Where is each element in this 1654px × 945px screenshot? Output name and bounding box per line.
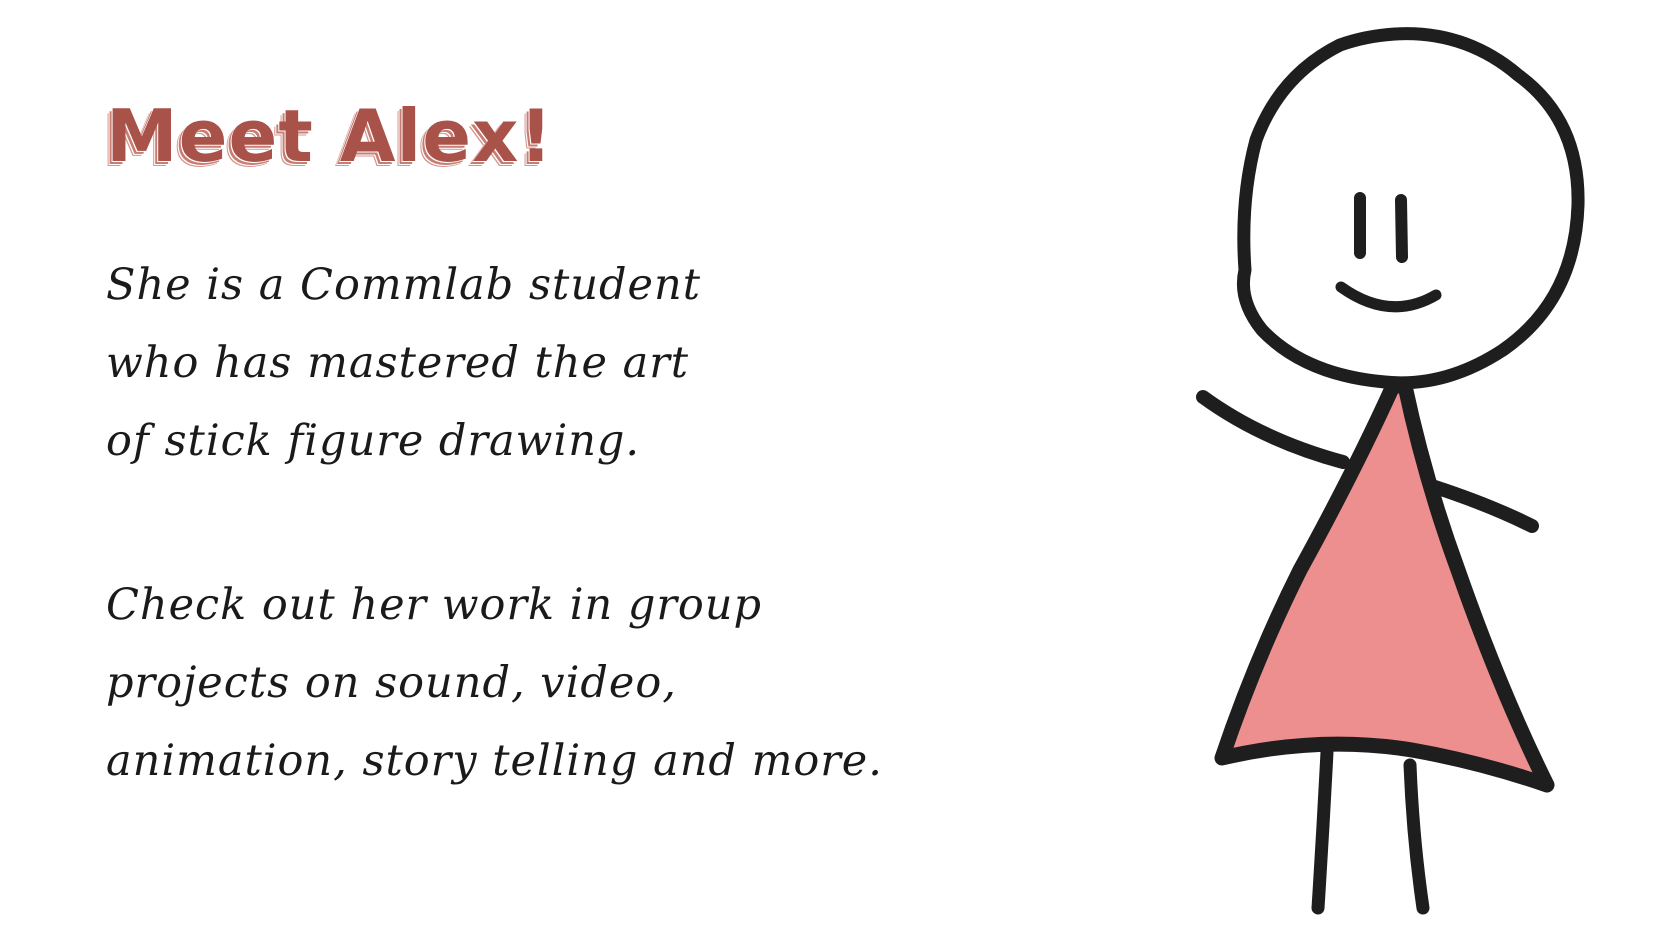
pink-dress	[1214, 378, 1555, 793]
work-line: projects on sound, video,	[106, 658, 677, 708]
right-eye	[1395, 194, 1408, 263]
intro-line: of stick figure drawing.	[106, 416, 641, 466]
left-arm	[1196, 390, 1350, 469]
intro-line: She is a Commlab student	[106, 260, 701, 310]
intro-line: who has mastered the art	[106, 338, 690, 388]
page-title: Meet Alex!	[106, 94, 554, 178]
slide: Meet Alex! She is a Commlab student who …	[0, 0, 1654, 945]
intro-paragraph: She is a Commlab student who has mastere…	[106, 246, 701, 480]
stick-figure-illustration	[1196, 27, 1585, 915]
head	[1236, 27, 1585, 390]
left-leg	[1311, 745, 1334, 915]
work-paragraph: Check out her work in group projects on …	[106, 566, 883, 800]
right-leg	[1403, 758, 1430, 915]
stick-figure-girl	[1196, 27, 1585, 915]
right-arm	[1428, 480, 1539, 533]
work-line: Check out her work in group	[106, 580, 763, 630]
work-line: animation, story telling and more.	[106, 736, 883, 786]
